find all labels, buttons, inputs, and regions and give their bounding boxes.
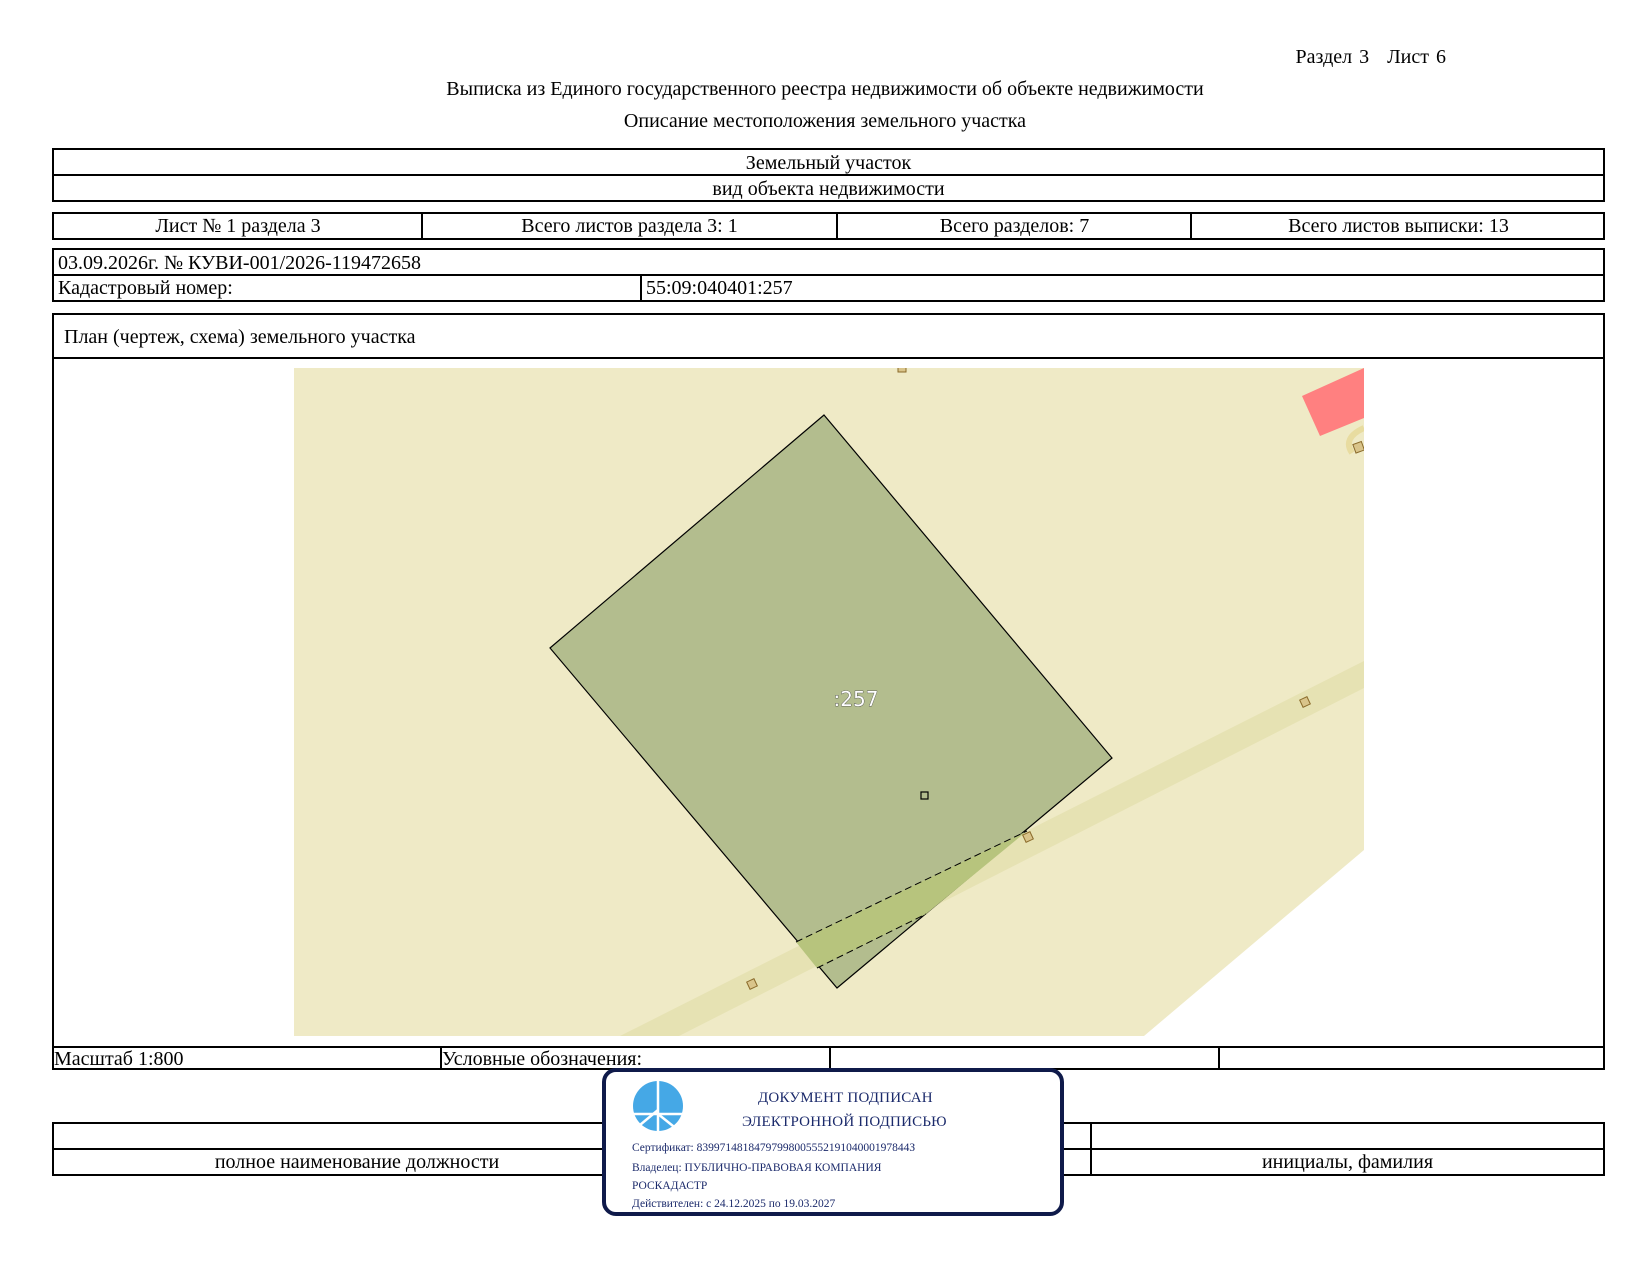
cadastral-number-label: Кадастровый номер: [58, 277, 233, 299]
stamp-owner-name: РОСКАДАСТР [632, 1180, 708, 1192]
document-title: Выписка из Единого государственного реес… [446, 78, 1204, 100]
electronic-signature-stamp: ДОКУМЕНТ ПОДПИСАН ЭЛЕКТРОННОЙ ПОДПИСЬЮ С… [602, 1068, 1064, 1216]
stamp-line-esign: ЭЛЕКТРОННОЙ ПОДПИСЬЮ [742, 1114, 947, 1130]
extract-sheets-total: Всего листов выписки: 13 [1288, 215, 1509, 237]
map-scale: Масштаб 1:800 [54, 1048, 184, 1070]
object-type-caption: вид объекта недвижимости [712, 178, 945, 200]
sheet-info-row: Лист № 1 раздела 3 Всего листов раздела … [52, 212, 1605, 240]
record-date-number: 03.09.2026г. № КУВИ-001/2026-119472658 [58, 252, 422, 274]
sheet-label: Лист 6 [1387, 46, 1446, 68]
roskadastr-emblem-icon [633, 1081, 683, 1131]
document-subtitle: Описание местоположения земельного участ… [623, 110, 1027, 132]
parcel-label: :257 [834, 687, 879, 711]
sections-total: Всего разделов: 7 [939, 215, 1090, 237]
plan-title: План (чертеж, схема) земельного участка [64, 326, 416, 348]
cadastral-map: :257 [294, 368, 1364, 1036]
section-label: Раздел 3 [1295, 46, 1370, 68]
stamp-certificate: Сертификат: 8399714818479799800555219104… [632, 1142, 916, 1154]
record-box: 03.09.2026г. № КУВИ-001/2026-119472658 К… [52, 248, 1605, 302]
stamp-owner: Владелец: ПУБЛИЧНО-ПРАВОВАЯ КОМПАНИЯ [632, 1162, 882, 1174]
cadastral-number-value: 55:09:040401:257 [646, 277, 793, 299]
legend-label: Условные обозначения: [442, 1048, 643, 1070]
section-sheets-total: Всего листов раздела 3: 1 [521, 215, 738, 237]
sheet-reference: Раздел 3 Лист 6 [1296, 46, 1446, 69]
object-type-box: Земельный участок вид объекта недвижимос… [52, 148, 1605, 202]
stamp-line-signed: ДОКУМЕНТ ПОДПИСАН [758, 1090, 933, 1106]
name-caption: инициалы, фамилия [1261, 1151, 1434, 1173]
stamp-validity: Действителен: с 24.12.2025 по 19.03.2027 [632, 1198, 836, 1210]
map-canvas: :257 [294, 368, 1364, 1036]
sheet-number: Лист № 1 раздела 3 [155, 215, 321, 237]
position-caption: полное наименование должности [214, 1151, 500, 1173]
object-type-value: Земельный участок [745, 152, 912, 174]
boundary-marker [897, 368, 907, 373]
